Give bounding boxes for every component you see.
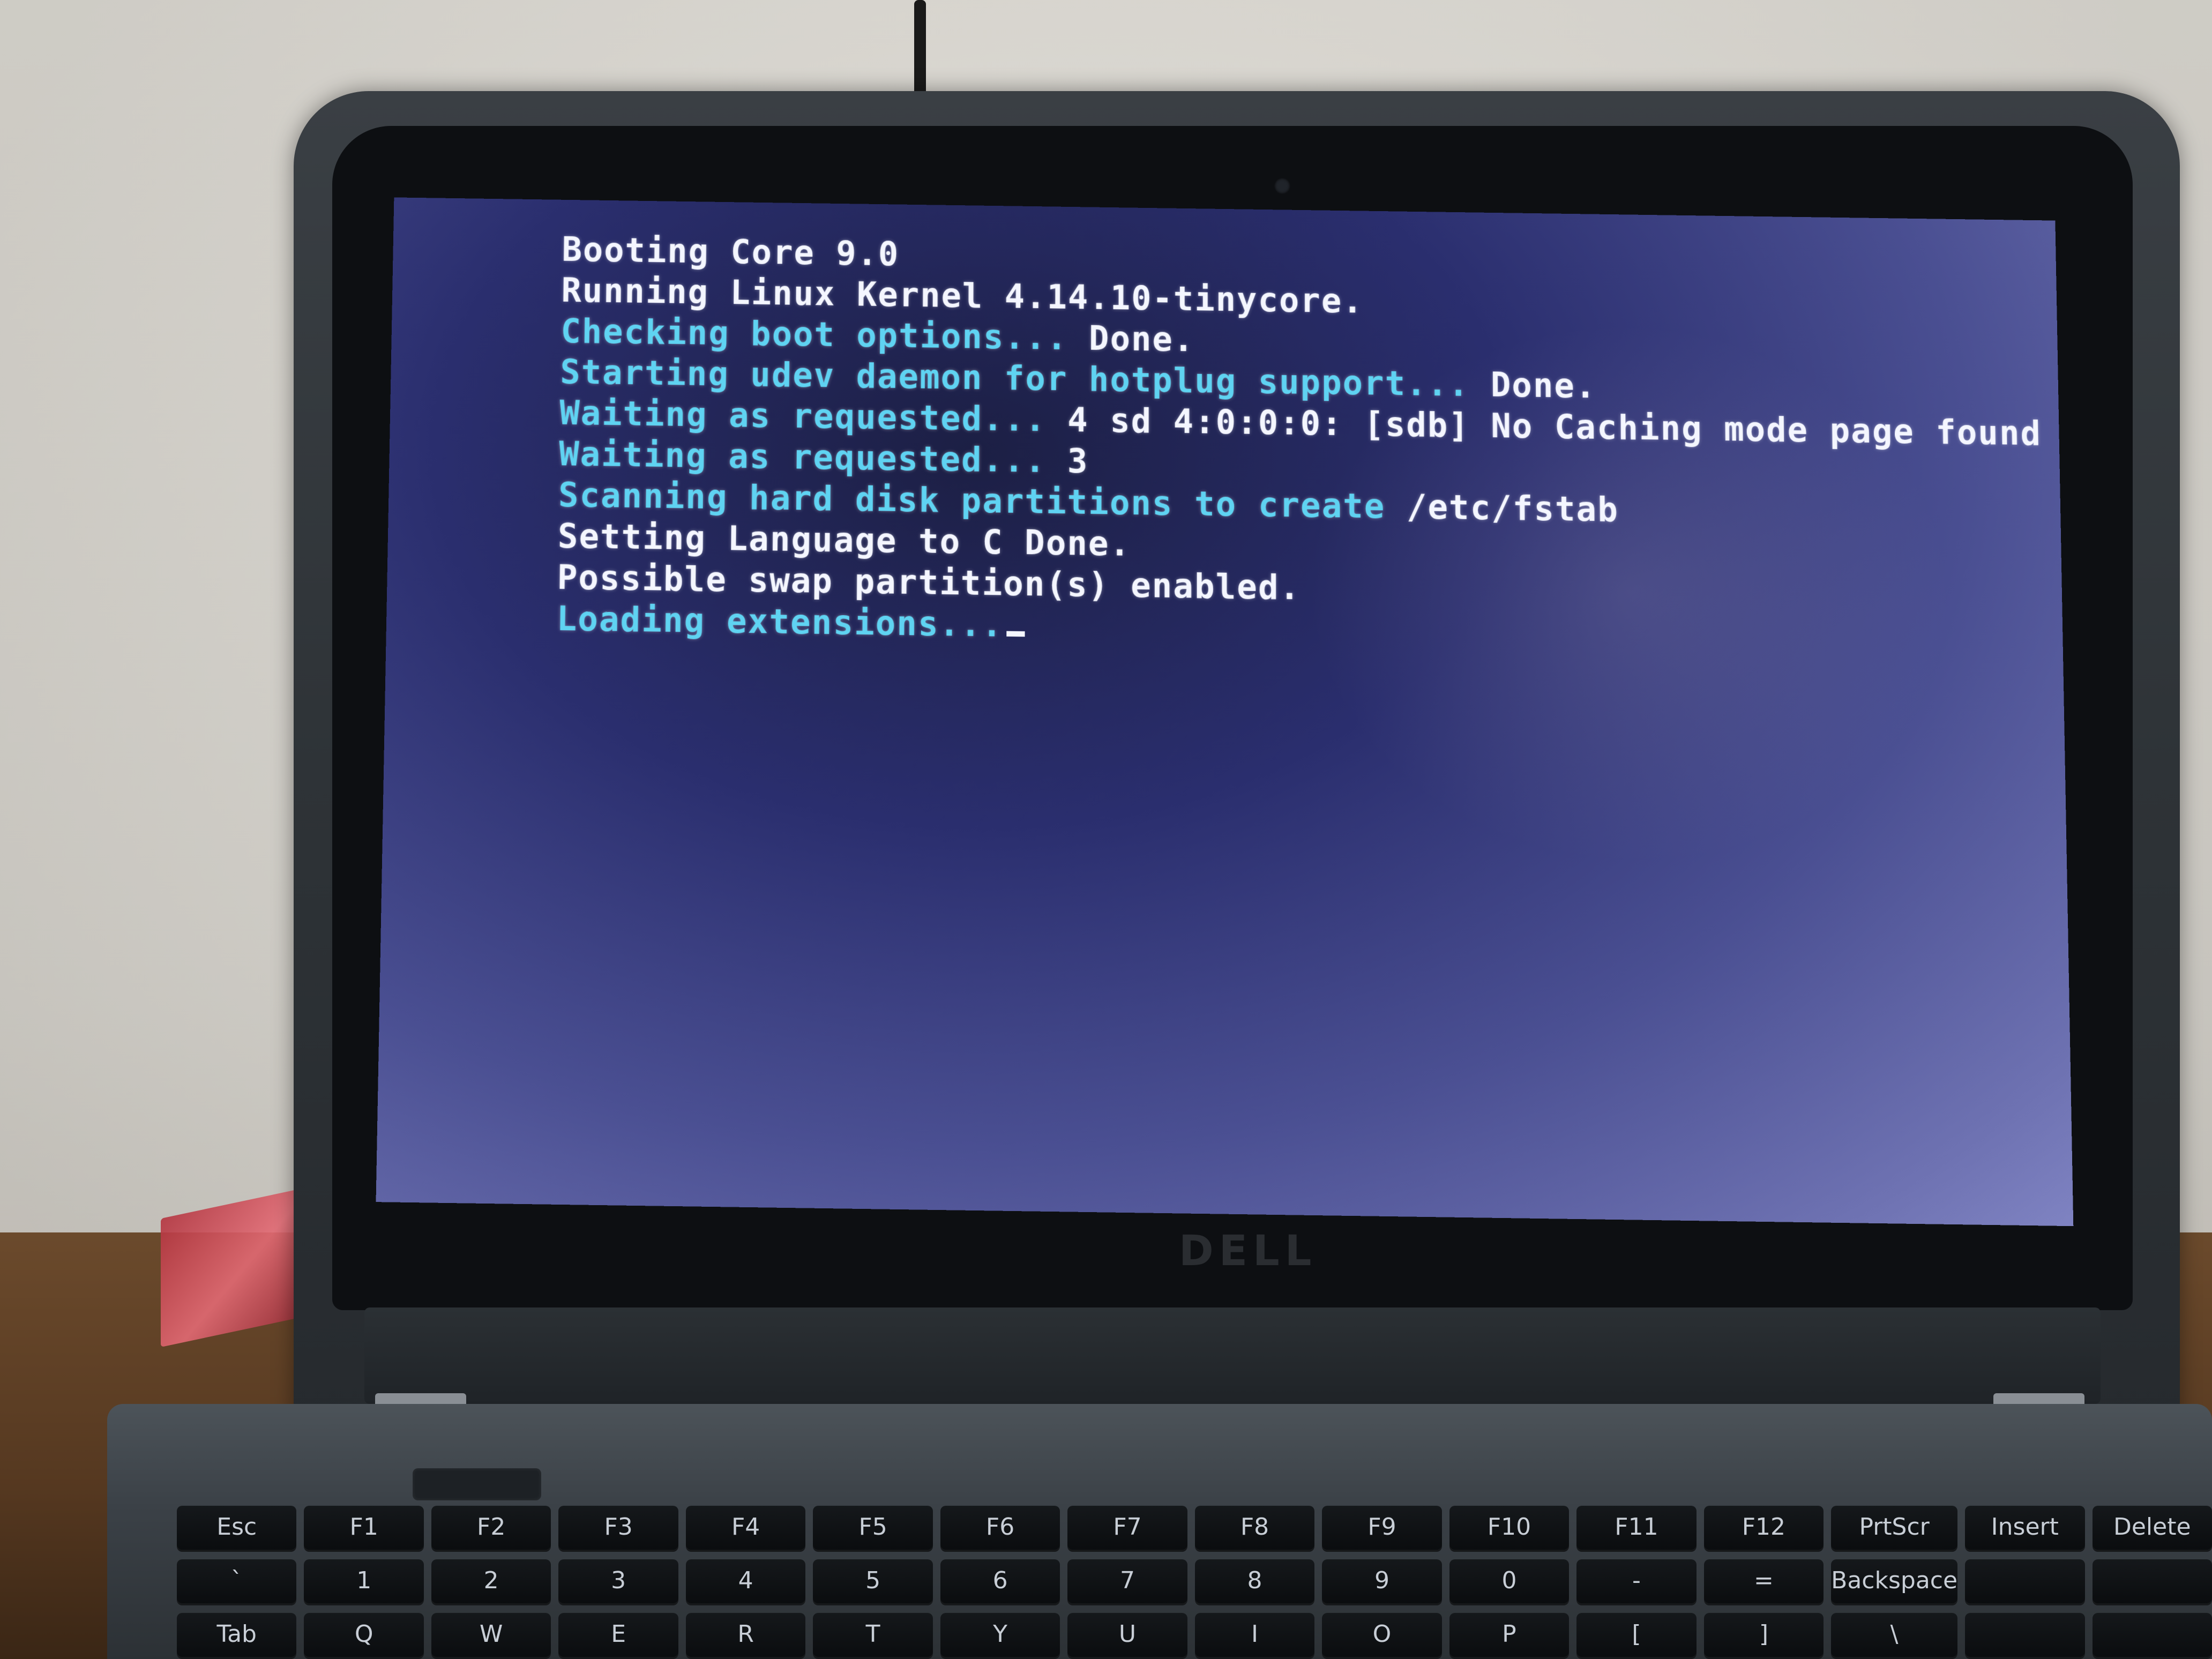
key[interactable]: F1 [304,1506,424,1552]
key[interactable]: 2 [431,1559,551,1605]
key[interactable]: Q [304,1613,424,1659]
key[interactable]: U [1067,1613,1187,1659]
laptop-hinge [364,1307,2101,1404]
text-cursor [1006,631,1025,637]
key[interactable]: ` [177,1559,297,1605]
key[interactable] [1965,1559,2085,1605]
key[interactable]: 9 [1322,1559,1442,1605]
key[interactable]: F5 [813,1506,933,1552]
key[interactable]: F8 [1194,1506,1315,1552]
key[interactable]: Esc [177,1506,297,1552]
key[interactable]: \ [1831,1613,1958,1659]
key[interactable]: Y [940,1613,1060,1659]
key[interactable]: F2 [431,1506,551,1552]
key[interactable]: F6 [940,1506,1060,1552]
key[interactable]: F3 [558,1506,678,1552]
key[interactable]: 4 [685,1559,806,1605]
key[interactable]: E [558,1613,678,1659]
laptop-screen: Booting Core 9.0 Running Linux Kernel 4.… [376,197,2074,1227]
key[interactable]: 6 [940,1559,1060,1605]
key[interactable]: F7 [1067,1506,1187,1552]
key[interactable]: ] [1703,1613,1824,1659]
key[interactable]: F9 [1322,1506,1442,1552]
key[interactable]: 8 [1194,1559,1315,1605]
key[interactable]: 0 [1449,1559,1570,1605]
key[interactable]: [ [1576,1613,1697,1659]
power-button[interactable] [413,1468,541,1500]
console-line-waiting-4-suffix: 4 sd 4:0:0:0: [sdb] No Caching mode page… [1046,399,2042,453]
key[interactable]: T [813,1613,933,1659]
key[interactable]: F10 [1449,1506,1570,1552]
key[interactable]: 1 [304,1559,424,1605]
key[interactable]: R [685,1613,806,1659]
keyboard: Esc F1 F2 F3 F4 F5 F6 F7 F8 F9 F10 F11 F… [177,1506,2212,1659]
key[interactable] [1965,1613,2085,1659]
key[interactable]: Tab [177,1613,297,1659]
key[interactable]: = [1703,1559,1824,1605]
key[interactable]: I [1194,1613,1315,1659]
key[interactable]: Backspace [1831,1559,1958,1605]
key[interactable]: P [1449,1613,1570,1659]
key[interactable]: PrtScr [1831,1506,1958,1552]
key[interactable]: O [1322,1613,1442,1659]
key[interactable] [2092,1613,2212,1659]
webcam-icon [1274,178,1290,194]
key[interactable]: F4 [685,1506,806,1552]
console-line-extensions: Loading extensions... [386,566,1025,676]
key[interactable]: - [1576,1559,1697,1605]
key[interactable] [2092,1559,2212,1605]
key[interactable]: F11 [1576,1506,1697,1552]
key[interactable]: Insert [1965,1506,2085,1552]
key[interactable]: Delete [2092,1506,2212,1552]
key[interactable]: F12 [1703,1506,1824,1552]
key[interactable]: W [431,1613,551,1659]
console-line-fstab-suffix: /etc/fstab [1385,487,1619,529]
photo-scene: Booting Core 9.0 Running Linux Kernel 4.… [0,0,2212,1659]
key[interactable]: 5 [813,1559,933,1605]
key[interactable]: 3 [558,1559,678,1605]
key[interactable]: 7 [1067,1559,1187,1605]
dell-logo: DELL [1179,1227,1317,1275]
